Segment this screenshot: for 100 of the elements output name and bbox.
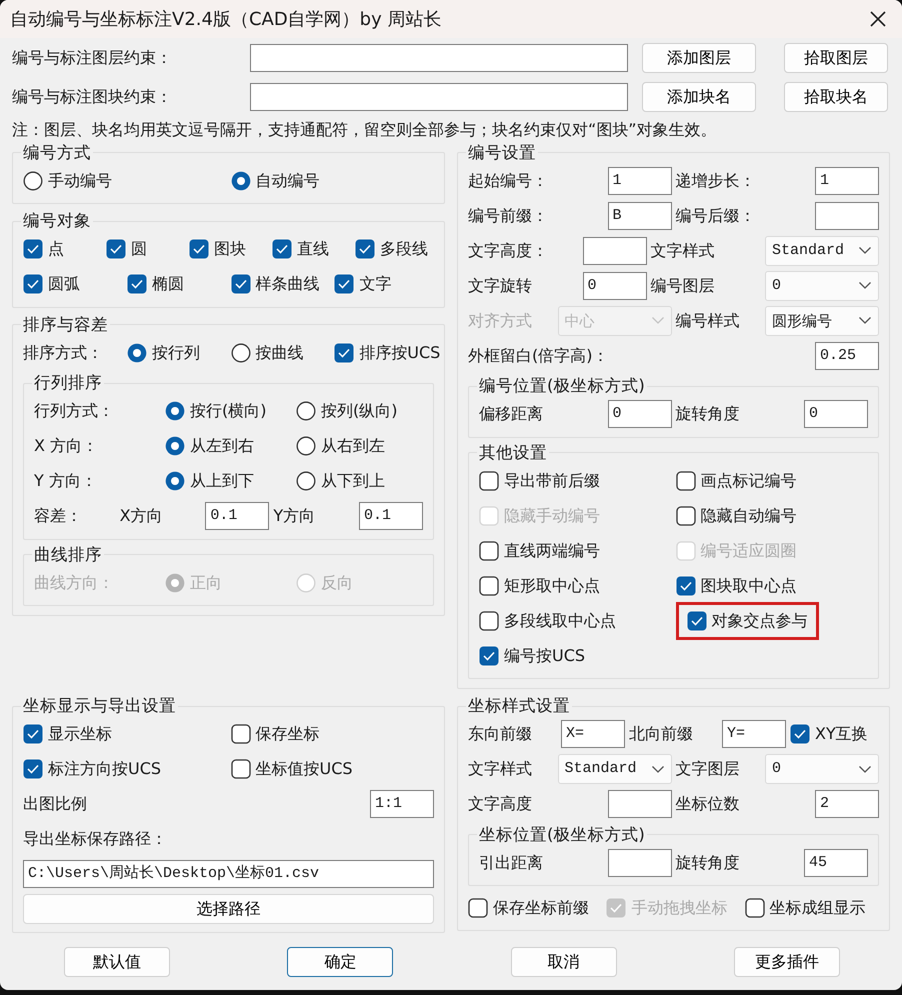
checkbox[interactable]: [106, 239, 126, 260]
action-button[interactable]: 添加图层: [642, 42, 756, 72]
radio-button[interactable]: [165, 436, 185, 456]
checkbox-label[interactable]: 画点标记编号: [700, 468, 796, 493]
checkbox-label[interactable]: 多段线取中心点: [504, 608, 616, 633]
checkbox[interactable]: [686, 610, 706, 631]
checkbox[interactable]: [126, 274, 147, 294]
radio-label[interactable]: 从上到下: [190, 469, 254, 494]
radio-button[interactable]: [126, 342, 147, 363]
checkbox-label[interactable]: 样条曲线: [256, 272, 320, 296]
checkbox-label[interactable]: 保存坐标前缀: [493, 896, 589, 920]
text-field[interactable]: B: [608, 202, 672, 230]
radio-label[interactable]: 按曲线: [256, 340, 304, 365]
radio-button[interactable]: [23, 170, 43, 191]
action-button[interactable]: 添加块名: [642, 82, 756, 112]
action-button[interactable]: 拾取块名: [784, 82, 888, 112]
checkbox[interactable]: [676, 506, 696, 526]
checkbox[interactable]: [479, 576, 499, 596]
checkbox[interactable]: [479, 610, 499, 631]
checkbox-label[interactable]: 标注方向按UCS: [48, 757, 162, 782]
checkbox[interactable]: [744, 898, 765, 918]
text-field[interactable]: 2: [815, 790, 879, 818]
checkbox[interactable]: [676, 470, 696, 491]
checkbox-label[interactable]: 文字: [359, 272, 392, 296]
radio-button[interactable]: [296, 401, 316, 422]
checkbox-label[interactable]: 导出带前后缀: [504, 468, 600, 493]
radio-button[interactable]: [165, 471, 185, 492]
checkbox[interactable]: [230, 724, 250, 744]
checkbox[interactable]: [230, 759, 250, 780]
text-field[interactable]: C:\Users\周站长\Desktop\坐标01.csv: [23, 860, 434, 888]
text-field[interactable]: [815, 202, 879, 230]
radio-label[interactable]: 从左到右: [190, 434, 254, 458]
checkbox[interactable]: [479, 646, 499, 666]
checkbox[interactable]: [230, 274, 250, 294]
checkbox[interactable]: [479, 540, 499, 561]
dialog-button[interactable]: 默认值: [64, 946, 170, 977]
checkbox[interactable]: [479, 470, 499, 491]
checkbox-label[interactable]: 直线: [297, 237, 329, 262]
checkbox-label[interactable]: 点: [48, 237, 64, 262]
dropdown[interactable]: 圆形编号: [765, 306, 879, 336]
checkbox[interactable]: [334, 274, 354, 294]
radio-button[interactable]: [230, 170, 250, 191]
radio-button[interactable]: [165, 401, 185, 422]
checkbox[interactable]: [334, 342, 354, 363]
dropdown[interactable]: 0: [765, 270, 879, 301]
radio-button[interactable]: [296, 471, 316, 492]
checkbox-label[interactable]: 圆: [131, 237, 147, 262]
checkbox-label[interactable]: 编号按UCS: [504, 644, 586, 668]
text-field[interactable]: 0: [804, 400, 868, 428]
checkbox[interactable]: [23, 239, 43, 260]
dialog-button[interactable]: 取消: [510, 946, 617, 977]
checkbox-label[interactable]: 隐藏自动编号: [700, 504, 796, 528]
checkbox[interactable]: [790, 724, 810, 744]
dropdown[interactable]: 0: [765, 754, 879, 784]
text-field[interactable]: 0.1: [359, 502, 424, 530]
checkbox[interactable]: [23, 724, 43, 744]
text-field[interactable]: 0.1: [205, 502, 270, 530]
checkbox-label[interactable]: 坐标成组显示: [770, 896, 866, 920]
checkbox-label[interactable]: 矩形取中心点: [504, 574, 600, 598]
radio-label[interactable]: 按行(横向): [190, 399, 266, 424]
text-field[interactable]: 1: [608, 166, 672, 195]
select-path-button[interactable]: 选择路径: [23, 894, 434, 924]
action-button[interactable]: 拾取图层: [784, 42, 888, 72]
checkbox-label[interactable]: 坐标值按UCS: [256, 757, 353, 782]
radio-label[interactable]: 从右到左: [321, 434, 385, 458]
text-field[interactable]: [250, 44, 628, 72]
checkbox[interactable]: [23, 274, 43, 294]
dropdown[interactable]: Standard: [558, 754, 672, 784]
checkbox-label[interactable]: 直线两端编号: [504, 538, 600, 563]
text-field[interactable]: 0: [582, 272, 646, 300]
radio-button[interactable]: [230, 342, 250, 363]
radio-label[interactable]: 按行列: [152, 340, 200, 365]
text-field[interactable]: 1:1: [370, 790, 434, 818]
text-field[interactable]: [582, 236, 646, 265]
dialog-button[interactable]: 更多插件: [734, 946, 840, 977]
radio-label[interactable]: 从下到上: [321, 469, 385, 494]
checkbox-label[interactable]: 多段线: [380, 237, 428, 262]
text-field[interactable]: 1: [815, 166, 879, 195]
checkbox[interactable]: [468, 898, 488, 918]
radio-label[interactable]: 自动编号: [256, 168, 320, 193]
checkbox-label[interactable]: 圆弧: [48, 272, 80, 296]
checkbox[interactable]: [272, 239, 292, 260]
text-field[interactable]: [608, 790, 672, 818]
checkbox-label[interactable]: 显示坐标: [48, 722, 112, 746]
checkbox-label[interactable]: 图块: [214, 237, 246, 262]
radio-button[interactable]: [296, 436, 316, 456]
dropdown[interactable]: Standard: [765, 236, 879, 266]
text-field[interactable]: 0.25: [815, 342, 879, 370]
close-button[interactable]: [868, 9, 888, 29]
text-field[interactable]: [608, 848, 672, 877]
radio-label[interactable]: 手动编号: [48, 168, 112, 193]
checkbox-label[interactable]: XY互换: [815, 722, 868, 746]
checkbox-label[interactable]: 保存坐标: [256, 722, 320, 746]
radio-label[interactable]: 按列(纵向): [321, 399, 398, 424]
checkbox[interactable]: [23, 759, 43, 780]
text-field[interactable]: 45: [804, 848, 868, 877]
checkbox-label[interactable]: 图块取中心点: [700, 574, 796, 598]
checkbox[interactable]: [676, 576, 696, 596]
checkbox[interactable]: [355, 239, 375, 260]
checkbox-label[interactable]: 对象交点参与: [712, 608, 808, 633]
